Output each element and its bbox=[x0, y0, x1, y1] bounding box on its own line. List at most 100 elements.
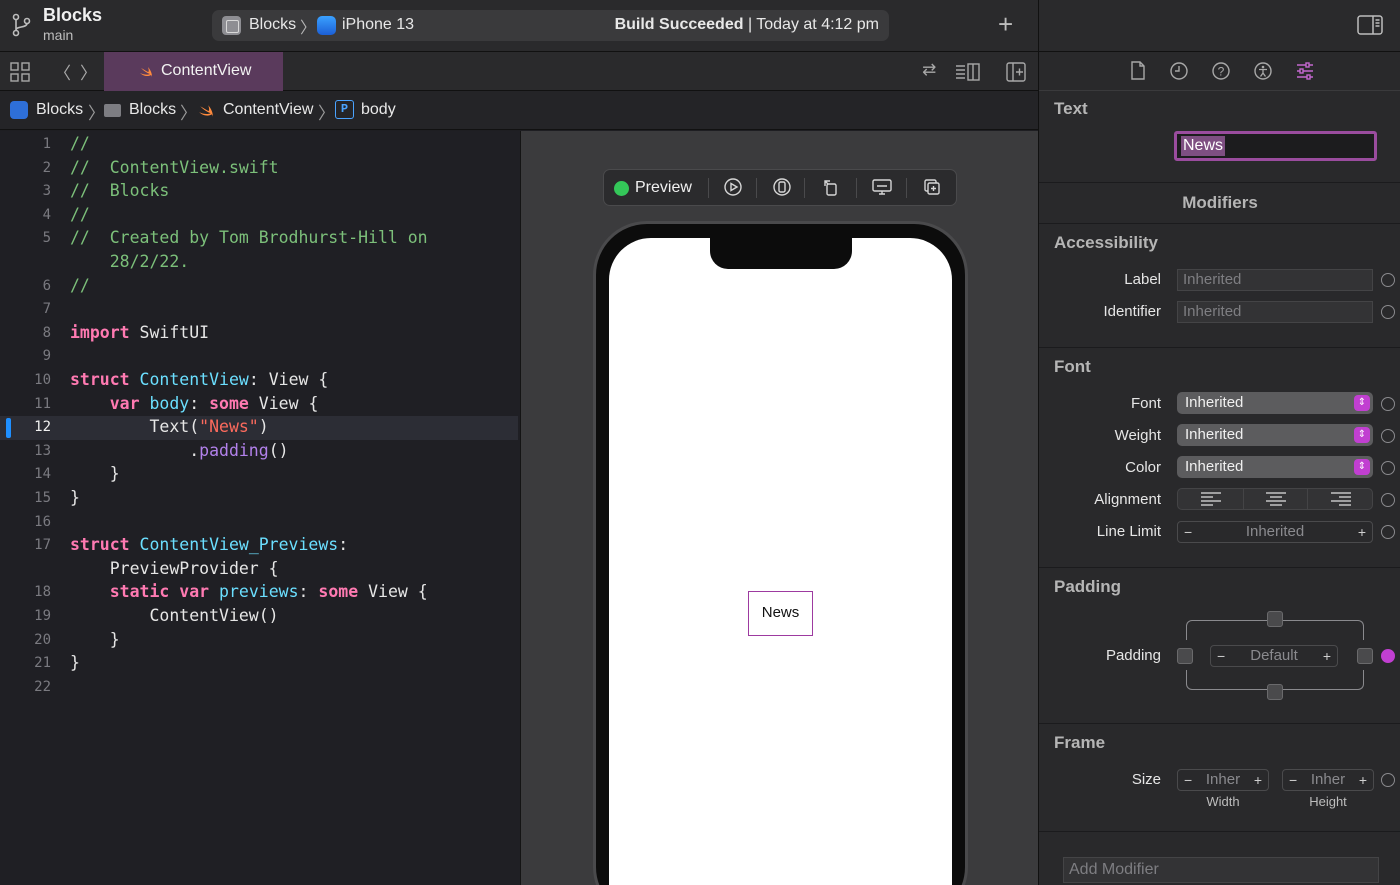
frame-toggle[interactable] bbox=[1381, 773, 1395, 787]
line-number[interactable]: 11 bbox=[0, 396, 51, 412]
preview-on-device-icon[interactable] bbox=[771, 177, 793, 199]
swap-editor-icon[interactable]: ⇄ bbox=[922, 60, 936, 80]
accessibility-inspector-icon[interactable] bbox=[1253, 61, 1273, 81]
duplicate-preview-icon[interactable] bbox=[921, 177, 943, 199]
code-line[interactable]: 16 bbox=[0, 511, 518, 535]
padding-toggle[interactable] bbox=[1381, 649, 1395, 663]
padding-top-checkbox[interactable] bbox=[1267, 611, 1283, 627]
run-destination-selector[interactable]: iPhone 13 bbox=[342, 16, 414, 34]
plus-icon[interactable]: + bbox=[1359, 770, 1367, 790]
project-name[interactable]: Blocks bbox=[43, 5, 102, 26]
line-number[interactable]: 1 bbox=[0, 136, 51, 152]
alignment-toggle[interactable] bbox=[1381, 493, 1395, 507]
source-control-branch-icon[interactable] bbox=[10, 12, 34, 38]
line-number[interactable]: 14 bbox=[0, 466, 51, 482]
line-number[interactable]: 4 bbox=[0, 207, 51, 223]
line-number[interactable]: 5 bbox=[0, 230, 51, 246]
align-leading-icon[interactable] bbox=[1178, 489, 1243, 509]
code-line[interactable]: 20 } bbox=[0, 629, 518, 653]
plus-icon[interactable]: + bbox=[1254, 770, 1262, 790]
line-number[interactable]: 10 bbox=[0, 372, 51, 388]
jumpbar-group[interactable]: Blocks bbox=[129, 101, 176, 119]
code-line[interactable]: 8 import SwiftUI bbox=[0, 322, 518, 346]
preview-label[interactable]: Preview bbox=[635, 179, 692, 197]
simulator-device-icon[interactable] bbox=[317, 16, 336, 35]
line-number[interactable]: 9 bbox=[0, 348, 51, 364]
forward-chevron-icon[interactable]: 〉 bbox=[80, 59, 97, 84]
preview-text-news[interactable]: News bbox=[748, 591, 813, 636]
scheme-icon[interactable] bbox=[222, 16, 241, 35]
line-number[interactable]: 7 bbox=[0, 301, 51, 317]
line-number[interactable]: 2 bbox=[0, 160, 51, 176]
rotate-device-icon[interactable] bbox=[820, 177, 842, 199]
line-number[interactable]: 21 bbox=[0, 655, 51, 671]
padding-trailing-checkbox[interactable] bbox=[1357, 648, 1373, 664]
code-line[interactable]: 11 var body: some View { bbox=[0, 393, 518, 417]
jumpbar-symbol[interactable]: body bbox=[361, 101, 396, 119]
code-line[interactable]: 14 } bbox=[0, 463, 518, 487]
toggle-inspector-icon[interactable] bbox=[1357, 15, 1383, 35]
line-number[interactable]: 18 bbox=[0, 584, 51, 600]
code-line[interactable]: 21} bbox=[0, 652, 518, 676]
line-number[interactable]: 15 bbox=[0, 490, 51, 506]
color-popup[interactable]: Inherited ⇕ bbox=[1177, 456, 1373, 478]
accessibility-identifier-field[interactable]: Inherited bbox=[1177, 301, 1373, 323]
add-modifier-field[interactable]: Add Modifier bbox=[1063, 857, 1379, 883]
quick-help-icon[interactable]: ? bbox=[1211, 61, 1231, 81]
code-line[interactable]: 17 struct ContentView_Previews: bbox=[0, 534, 518, 558]
tab-contentview[interactable]: ContentView bbox=[104, 52, 283, 91]
height-stepper[interactable]: − Inher + bbox=[1282, 769, 1374, 791]
accessibility-label-toggle[interactable] bbox=[1381, 273, 1395, 287]
weight-popup[interactable]: Inherited ⇕ bbox=[1177, 424, 1373, 446]
device-settings-icon[interactable] bbox=[871, 177, 893, 199]
code-line[interactable]: 9 bbox=[0, 345, 518, 369]
code-line[interactable]: 22 bbox=[0, 676, 518, 700]
code-line[interactable]: 10 struct ContentView: View { bbox=[0, 369, 518, 393]
padding-bottom-checkbox[interactable] bbox=[1267, 684, 1283, 700]
plus-icon[interactable]: + bbox=[1323, 646, 1331, 666]
padding-leading-checkbox[interactable] bbox=[1177, 648, 1193, 664]
jumpbar-project[interactable]: Blocks bbox=[36, 101, 83, 119]
line-limit-toggle[interactable] bbox=[1381, 525, 1395, 539]
line-number[interactable]: 6 bbox=[0, 278, 51, 294]
padding-stepper[interactable]: − Default + bbox=[1210, 645, 1338, 667]
line-number[interactable]: 8 bbox=[0, 325, 51, 341]
code-line[interactable]: 3 // Blocks bbox=[0, 180, 518, 204]
font-popup[interactable]: Inherited ⇕ bbox=[1177, 392, 1373, 414]
source-editor[interactable]: 1 // 2 // ContentView.swift 3 // Blocks 4 // 5 //… bbox=[0, 131, 520, 885]
plus-icon[interactable]: + bbox=[1358, 522, 1366, 542]
line-number[interactable]: 13 bbox=[0, 443, 51, 459]
branch-name[interactable]: main bbox=[43, 27, 73, 43]
back-chevron-icon[interactable]: 〈 bbox=[54, 59, 71, 84]
line-number[interactable]: 22 bbox=[0, 679, 51, 695]
line-number[interactable]: 20 bbox=[0, 632, 51, 648]
weight-toggle[interactable] bbox=[1381, 429, 1395, 443]
live-preview-play-icon[interactable] bbox=[722, 177, 744, 199]
line-number[interactable]: 19 bbox=[0, 608, 51, 624]
code-line[interactable]: PreviewProvider { bbox=[0, 558, 518, 582]
line-number[interactable]: 16 bbox=[0, 514, 51, 530]
line-limit-stepper[interactable]: − Inherited + bbox=[1177, 521, 1373, 543]
font-toggle[interactable] bbox=[1381, 397, 1395, 411]
line-number[interactable]: 17 bbox=[0, 537, 51, 553]
accessibility-identifier-toggle[interactable] bbox=[1381, 305, 1395, 319]
code-line[interactable]: 18 static var previews: some View { bbox=[0, 581, 518, 605]
jumpbar-file[interactable]: ContentView bbox=[223, 101, 313, 119]
code-line[interactable]: 15} bbox=[0, 487, 518, 511]
code-line[interactable]: 28/2/22. bbox=[0, 251, 518, 275]
code-line[interactable]: 13 .padding() bbox=[0, 440, 518, 464]
code-line[interactable]: 19 ContentView() bbox=[0, 605, 518, 629]
code-line[interactable]: 6 // bbox=[0, 275, 518, 299]
editor-options-icon[interactable] bbox=[955, 62, 981, 82]
code-line[interactable]: 5 // Created by Tom Brodhurst-Hill on bbox=[0, 227, 518, 251]
color-toggle[interactable] bbox=[1381, 461, 1395, 475]
code-line[interactable]: 4 // bbox=[0, 204, 518, 228]
align-trailing-icon[interactable] bbox=[1308, 489, 1373, 509]
history-inspector-icon[interactable] bbox=[1169, 61, 1189, 81]
text-content-field[interactable]: News bbox=[1174, 131, 1377, 161]
width-stepper[interactable]: − Inher + bbox=[1177, 769, 1269, 791]
related-items-grid-icon[interactable] bbox=[10, 62, 30, 82]
add-library-plus-icon[interactable]: + bbox=[998, 10, 1013, 38]
line-number[interactable]: 12 bbox=[0, 419, 51, 435]
scheme-selector[interactable]: Blocks bbox=[249, 16, 296, 34]
